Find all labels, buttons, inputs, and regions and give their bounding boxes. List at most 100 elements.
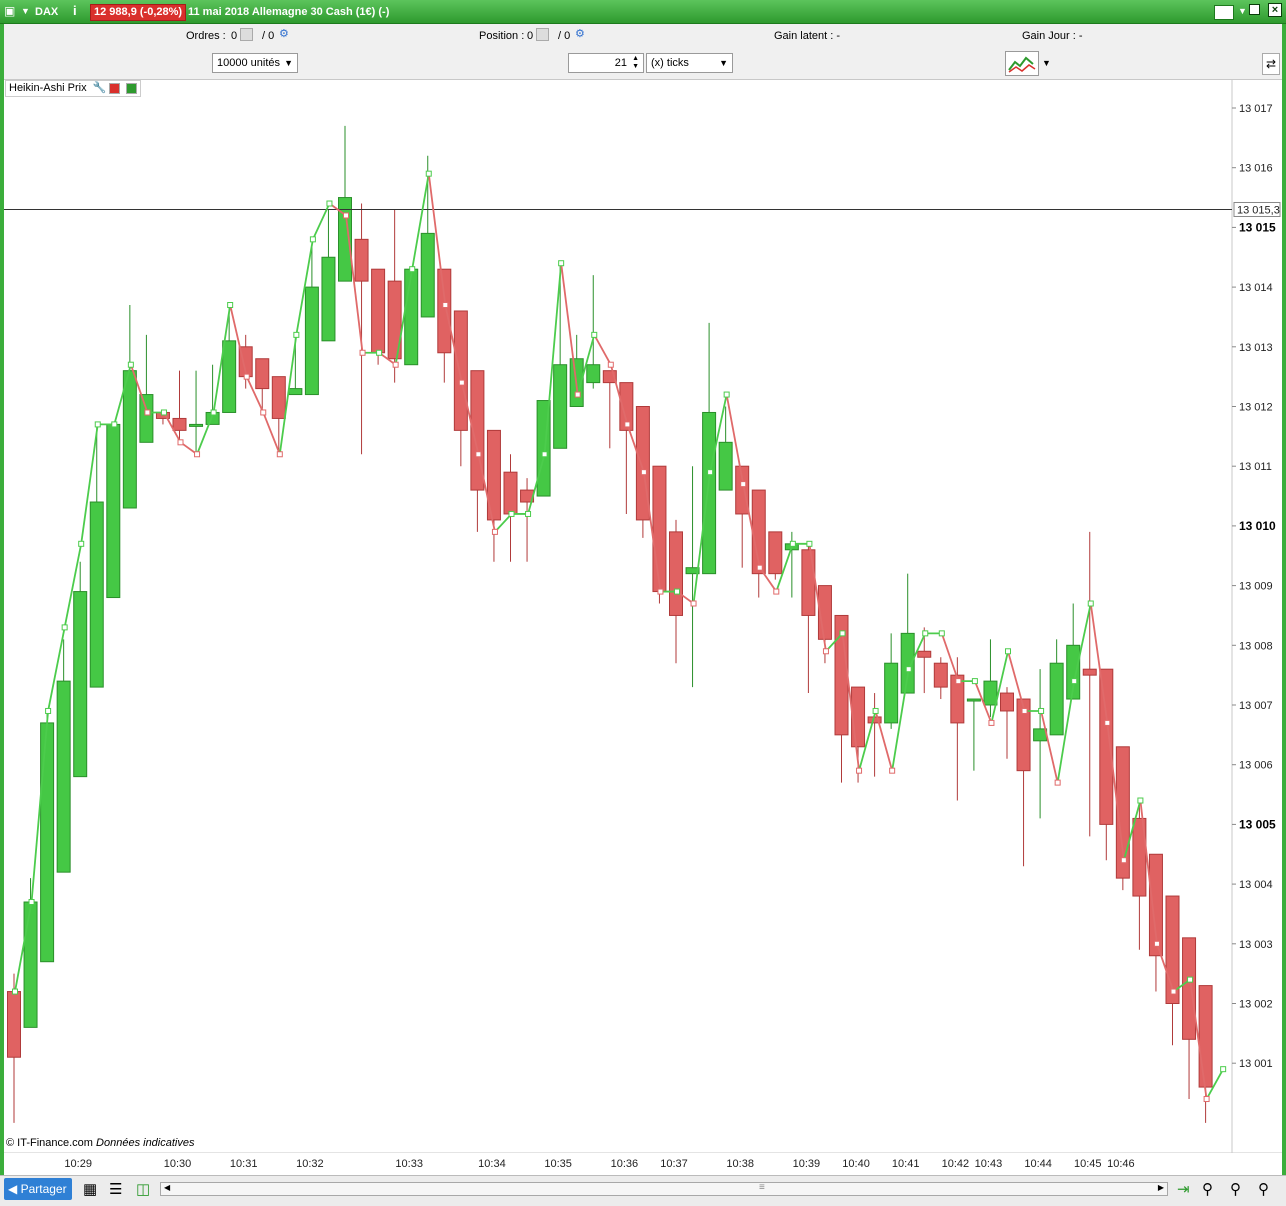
ticks-stepper[interactable]: 21 ▲ ▼ [568,53,644,73]
close-point [922,630,929,637]
horizontal-scrollbar[interactable]: ◀ ≡ ▶ [160,1182,1168,1196]
close-point [458,379,465,386]
close-point [359,349,366,356]
x-tick-label: 10:34 [478,1158,506,1170]
candle-body [304,286,319,396]
candle-body [73,591,88,778]
close-point [392,361,399,368]
close-point [839,630,846,637]
wrench-icon[interactable]: 🔧 [93,82,107,94]
candle-body [851,686,866,748]
chart-type-button[interactable] [1005,51,1039,76]
scroll-thumb-grip[interactable]: ≡ [759,1182,765,1193]
restore-icon[interactable] [1249,4,1260,15]
chart-type-icon [1008,56,1036,73]
price-chart[interactable]: 13 017 13 016 13 015 13 014 13 013 13 012 13 0… [4,80,1282,1158]
close-point [674,588,680,595]
indicators-icon[interactable]: ▦ [83,1180,97,1198]
orders-gear-icon[interactable]: ⚙ [279,27,289,40]
scroll-right-icon[interactable]: ▶ [1158,1183,1164,1192]
close-point [442,302,449,309]
y-tick-label: 13 007 [1239,700,1273,712]
candle [404,268,419,366]
x-tick-label: 10:41 [892,1158,920,1170]
data-note: Données indicatives [96,1137,195,1149]
close-point [293,331,300,338]
candle-body [503,471,518,515]
candle [73,561,88,778]
candle-body [1082,668,1097,676]
symbol-dropdown-icon[interactable]: ▼ [21,6,30,16]
close-point [1038,707,1045,714]
units-select[interactable]: 10000 unités ▼ [212,53,298,73]
ticks-value: 21 [614,57,627,69]
close-point [558,260,565,267]
close-point [657,588,664,595]
candle-body [271,376,286,419]
candle-body [1000,692,1014,712]
share-button[interactable]: ◀ Partager [4,1178,72,1200]
ticks-select[interactable]: (x) ticks ▼ [646,53,733,73]
chart-type-dropdown-icon[interactable]: ▼ [1042,58,1051,68]
position-close-icon[interactable] [536,28,549,41]
zoom-out-icon[interactable]: ⚲ [1230,1180,1241,1198]
candle-body [718,441,733,491]
candle-body [586,364,601,384]
candle-body [122,370,137,509]
candle-body [768,531,783,575]
window-icon[interactable]: ▣ [4,4,15,18]
ticks-select-value: (x) ticks [651,57,689,69]
candle-body [884,662,899,724]
candle-body [189,423,204,427]
close-point [690,600,697,607]
candlestick-icon[interactable]: ◫ [136,1180,150,1198]
close-point [326,200,333,207]
close-point [938,630,945,637]
x-tick-label: 10:38 [726,1158,754,1170]
price-tag-label: 13 015,3 [1237,204,1280,216]
close-point [425,170,432,177]
y-tick-label: 13 001 [1239,1058,1273,1070]
dropdown-icon[interactable]: ▼ [1238,6,1247,16]
candle [40,710,55,963]
candle-body [1049,662,1064,736]
zoom-fit-icon[interactable]: ⚲ [1202,1180,1213,1198]
position-gear-icon[interactable]: ⚙ [575,27,585,40]
panel-toggle-icon[interactable]: ⇄ [1262,53,1280,75]
zoom-in-icon[interactable]: ⚲ [1258,1180,1269,1198]
x-tick-label: 10:45 [1074,1158,1102,1170]
candle-body [354,238,369,282]
copyright-text: © IT-Finance.com [6,1137,93,1149]
info-icon[interactable]: i [73,3,77,18]
indicator-legend[interactable]: Heikin-Ashi Prix 🔧 [5,80,141,97]
y-tick-label: 13 002 [1239,999,1273,1011]
auto-scroll-icon[interactable]: ⇥ [1177,1180,1190,1198]
x-tick-label: 10:32 [296,1158,324,1170]
orders-cancel-icon[interactable] [240,28,253,41]
candle-body [106,423,121,599]
remove-indicator-icon[interactable] [109,82,121,94]
candle-body [437,268,452,354]
chart-toolbar: 10000 unités ▼ 21 ▲ ▼ (x) ticks ▼ ▼ ⇄ [4,48,1282,80]
close-point [789,540,796,547]
scroll-left-icon[interactable]: ◀ [164,1183,170,1192]
close-icon[interactable]: × [1268,3,1282,17]
y-tick-label: 13 013 [1239,342,1273,354]
close-point [111,421,118,428]
close-point [607,361,614,368]
stepper-arrows-icon[interactable]: ▲ ▼ [632,55,639,71]
bottom-bar: ◀ Partager ▦ ☰ ◫ ◀ ≡ ▶ ⇥ ⚲ ⚲ ⚲ [0,1175,1286,1206]
close-point [177,439,184,446]
candle-body [652,465,667,593]
candle-body [966,698,981,702]
chart-canvas[interactable]: 13 017 13 016 13 015 13 014 13 013 13 012 13 0… [4,80,1282,1158]
gain-latent: Gain latent : - [774,30,841,42]
candle-body [40,722,55,963]
y-tick-label: 13 003 [1239,939,1273,951]
list-icon[interactable]: ☰ [109,1180,122,1198]
add-indicator-icon[interactable] [125,82,137,94]
keyboard-icon[interactable] [1214,5,1234,20]
x-axis-labels: 10:29 10:30 10:31 10:32 10:33 10:34 10:35 10:36… [64,1158,1134,1170]
symbol-name[interactable]: DAX [35,6,58,18]
close-point [872,707,879,714]
